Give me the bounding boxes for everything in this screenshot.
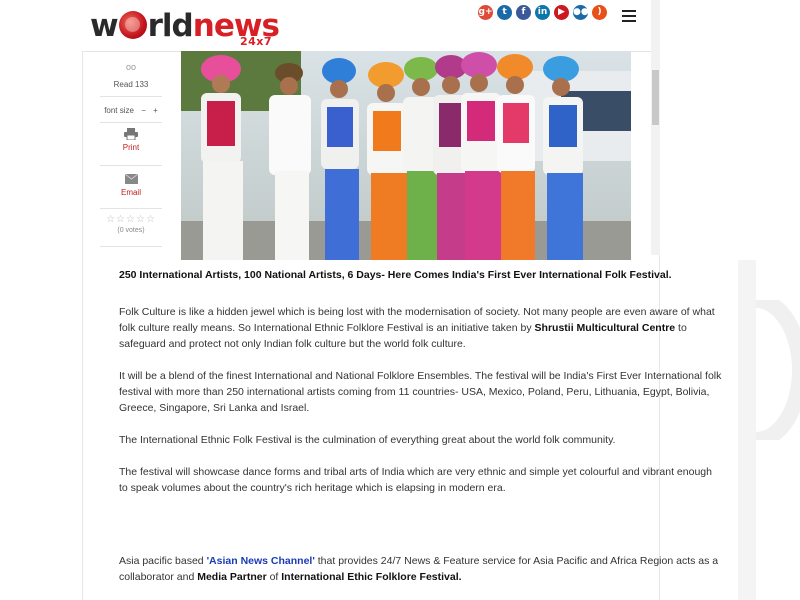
shrustii-centre-name: Shrustii Multicultural Centre bbox=[534, 322, 676, 334]
facebook-icon[interactable]: f bbox=[516, 5, 531, 20]
font-size-control: font size − + bbox=[100, 106, 162, 115]
article-paragraph-3: The International Ethnic Folk Festival i… bbox=[119, 434, 616, 446]
article-paragraph-2: It will be a blend of the finest Interna… bbox=[119, 370, 722, 414]
asian-news-channel-link[interactable]: 'Asian News Channel' bbox=[207, 555, 315, 567]
article-paragraph-4: The festival will showcase dance forms a… bbox=[119, 466, 712, 494]
globe-icon bbox=[118, 11, 147, 39]
overlay-strip bbox=[738, 260, 756, 600]
read-count-label: Read 133 bbox=[113, 80, 149, 89]
envelope-icon bbox=[124, 173, 138, 184]
rating-stars-icon[interactable]: ☆☆☆☆☆ bbox=[100, 214, 162, 225]
twitter-icon[interactable]: t bbox=[497, 5, 512, 20]
site-logo[interactable]: w rldnews 24x7 bbox=[90, 8, 290, 48]
flickr-icon[interactable]: ●● bbox=[573, 5, 589, 20]
logo-w: w bbox=[90, 8, 119, 44]
logo-rld: rld bbox=[147, 8, 194, 44]
email-button[interactable]: Email bbox=[100, 173, 162, 197]
faint-overlay-shape bbox=[756, 300, 800, 440]
read-count: oo Read 133 bbox=[100, 62, 162, 89]
article-paragraph-1: Folk Culture is like a hidden jewel whic… bbox=[119, 306, 715, 350]
printer-icon bbox=[124, 128, 138, 141]
scrollbar-thumb[interactable] bbox=[652, 70, 659, 125]
rating-widget[interactable]: ☆☆☆☆☆ (0 votes) bbox=[100, 214, 162, 234]
logo-subtitle: 24x7 bbox=[240, 35, 273, 48]
scrollbar-track[interactable] bbox=[651, 0, 660, 255]
glasses-icon: oo bbox=[125, 62, 136, 72]
linkedin-icon[interactable]: in bbox=[535, 5, 550, 20]
print-button[interactable]: Print bbox=[100, 128, 162, 152]
font-increase-button[interactable]: + bbox=[153, 106, 158, 115]
hamburger-menu-icon[interactable] bbox=[622, 10, 636, 22]
article-paragraph-5: Asia pacific based 'Asian News Channel' … bbox=[119, 555, 719, 583]
google-plus-icon[interactable]: g+ bbox=[478, 5, 493, 20]
festival-name: International Ethic Folklore Festival. bbox=[281, 571, 462, 583]
font-size-label: font size bbox=[104, 106, 134, 115]
article-headline: 250 International Artists, 100 National … bbox=[119, 269, 672, 281]
vote-count: (0 votes) bbox=[117, 227, 145, 234]
rss-icon[interactable]: ) bbox=[592, 5, 607, 20]
font-decrease-button[interactable]: − bbox=[141, 106, 146, 115]
media-partner-text: Media Partner bbox=[197, 571, 267, 583]
article-photo bbox=[181, 51, 631, 260]
print-label: Print bbox=[122, 143, 140, 152]
email-label: Email bbox=[120, 188, 141, 197]
youtube-icon[interactable]: ▶ bbox=[554, 5, 569, 20]
site-header: w rldnews 24x7 g+ t f in ▶ ●●) bbox=[82, 0, 660, 52]
